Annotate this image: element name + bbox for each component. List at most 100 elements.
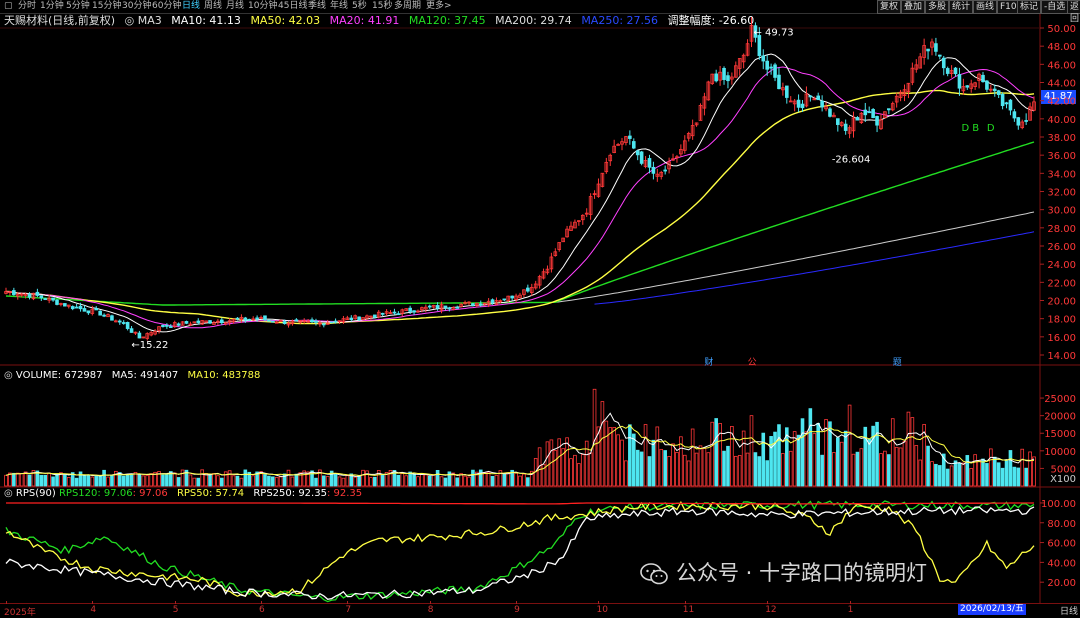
candle-body <box>773 64 777 78</box>
volume-bar <box>243 469 248 487</box>
d-marker-2: D <box>987 123 995 134</box>
x-axis-tick <box>261 601 263 604</box>
rps-tick-label-2: 60.00 <box>1047 539 1076 550</box>
volume-bar <box>486 471 491 487</box>
candle-body <box>502 298 507 301</box>
volume-bar <box>832 452 836 487</box>
candle-body <box>129 328 134 333</box>
candle-body <box>282 321 287 325</box>
ma120-line <box>5 141 1035 306</box>
volume-bar <box>553 450 558 487</box>
volume-bar <box>4 474 8 487</box>
volume-bar <box>773 431 777 487</box>
volume-bar <box>996 462 1001 487</box>
candle-body <box>800 103 805 109</box>
volume-bar <box>19 473 24 487</box>
x-axis-tick <box>598 601 600 604</box>
price-tick-label-16: 46.00 <box>1047 60 1076 71</box>
candle-body <box>938 54 942 57</box>
high-annotation: ← 49.73 <box>753 27 793 38</box>
candle-body <box>165 324 169 327</box>
candle-body <box>443 305 448 309</box>
candle-body <box>322 323 326 326</box>
volume-bar <box>702 447 707 487</box>
volume-bar <box>231 475 236 487</box>
volume-bar <box>894 446 899 487</box>
volume-bar <box>926 445 930 487</box>
candle-body <box>722 67 726 80</box>
volume-bar <box>102 469 106 487</box>
volume-bar <box>490 475 495 487</box>
x-axis-label-0: 2025年 <box>4 608 36 618</box>
volume-bar <box>945 468 950 487</box>
candle-body <box>392 311 397 314</box>
volume-bar <box>361 469 365 487</box>
kline-chart[interactable]: 14.00 16.00 18.00 20.00 22.00 24.00 26.00 28.00… <box>0 0 1080 616</box>
candle-body <box>94 308 99 311</box>
volume-bar <box>424 474 428 487</box>
volume-bar <box>698 445 703 487</box>
candle-body <box>408 307 412 312</box>
candle-body <box>55 299 59 305</box>
candle-body <box>51 297 55 301</box>
price-tick-label-9: 32.00 <box>1047 188 1076 199</box>
volume-bar <box>271 476 275 487</box>
volume-bar <box>208 473 212 487</box>
volume-bar <box>938 465 942 487</box>
watermark-text: 公众号 · 十字路口的镜明灯 <box>676 561 928 585</box>
volume-bar <box>494 474 499 487</box>
volume-bar <box>612 427 616 487</box>
candle-body <box>965 85 970 88</box>
volume-bar <box>734 455 738 487</box>
volume-bar <box>875 421 879 487</box>
volume-bar <box>957 462 962 487</box>
candle-body <box>267 319 271 322</box>
volume-bar <box>620 439 624 487</box>
vol-tick-label-4: 25000 <box>1044 394 1076 405</box>
candle-body <box>843 123 848 131</box>
volume-bar <box>274 476 279 487</box>
volume-bar <box>427 475 432 487</box>
volume-bar <box>325 476 330 487</box>
candle-body <box>957 74 962 89</box>
price-tick-label-6: 26.00 <box>1047 242 1076 253</box>
x-axis: 2025年 4 5 6 7 8 9 10 11 12 1 <box>0 601 1080 618</box>
volume-bar <box>879 453 883 487</box>
volume-bar <box>431 474 436 487</box>
volume-bar <box>506 472 511 487</box>
volume-bar <box>435 469 440 487</box>
drop-annotation: -26.604 <box>832 155 871 166</box>
volume-bar <box>1008 450 1013 487</box>
candle-body <box>855 117 860 121</box>
candle-body <box>769 66 773 69</box>
volume-bar <box>781 453 785 487</box>
volume-bar <box>765 460 769 487</box>
volume-bar <box>345 475 350 487</box>
candle-body <box>663 169 667 172</box>
x-axis-tick <box>347 601 349 604</box>
volume-bar <box>322 475 326 487</box>
volume-bar <box>82 475 87 487</box>
volume-bar <box>333 473 338 487</box>
candle-body <box>208 320 212 324</box>
volume-bar <box>66 477 71 487</box>
volume-bar <box>251 475 255 487</box>
x-axis-label-7: 10 <box>596 605 608 615</box>
volume-bar <box>565 437 569 487</box>
volume-bar <box>973 454 977 487</box>
volume-bar <box>286 469 291 487</box>
volume-bar <box>969 468 974 487</box>
volume-bar <box>816 422 820 487</box>
candle-body <box>102 314 106 317</box>
price-tick-label-8: 30.00 <box>1047 206 1076 217</box>
x-axis-label-5: 8 <box>427 605 434 615</box>
candle-body <box>510 295 514 299</box>
candle-body <box>310 319 314 323</box>
volume-bar <box>39 474 44 487</box>
x-axis-label-8: 11 <box>682 605 695 615</box>
volume-bar <box>836 437 840 487</box>
candle-body <box>70 306 75 310</box>
volume-bar <box>463 475 467 487</box>
volume-bar <box>930 461 934 487</box>
candle-body <box>63 303 67 307</box>
